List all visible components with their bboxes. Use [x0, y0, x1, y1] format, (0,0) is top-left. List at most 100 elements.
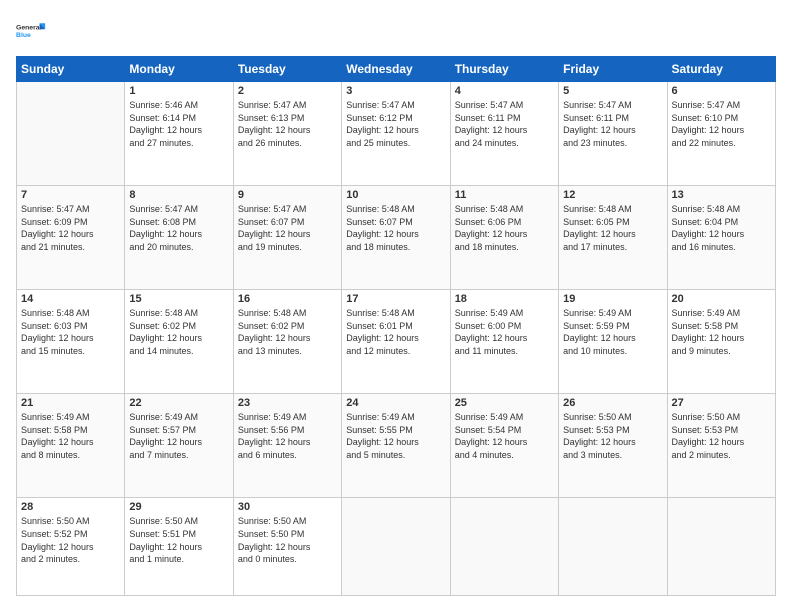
day-number: 29 — [129, 501, 228, 513]
day-number: 18 — [455, 293, 554, 305]
day-number: 13 — [672, 189, 771, 201]
calendar-cell — [559, 498, 667, 596]
day-info: Sunrise: 5:49 AM Sunset: 6:00 PM Dayligh… — [455, 307, 554, 357]
day-info: Sunrise: 5:49 AM Sunset: 5:56 PM Dayligh… — [238, 411, 337, 461]
day-info: Sunrise: 5:50 AM Sunset: 5:52 PM Dayligh… — [21, 515, 120, 565]
day-number: 26 — [563, 397, 662, 409]
header: GeneralBlue — [16, 16, 776, 46]
page: GeneralBlue SundayMondayTuesdayWednesday… — [0, 0, 792, 612]
day-info: Sunrise: 5:48 AM Sunset: 6:02 PM Dayligh… — [129, 307, 228, 357]
day-number: 10 — [346, 189, 445, 201]
calendar-header-wednesday: Wednesday — [342, 57, 450, 82]
day-number: 15 — [129, 293, 228, 305]
calendar-table: SundayMondayTuesdayWednesdayThursdayFrid… — [16, 56, 776, 596]
calendar-header-monday: Monday — [125, 57, 233, 82]
calendar-header-friday: Friday — [559, 57, 667, 82]
day-number: 11 — [455, 189, 554, 201]
calendar-cell: 5 Sunrise: 5:47 AM Sunset: 6:11 PM Daylig… — [559, 82, 667, 186]
logo: GeneralBlue — [16, 16, 46, 46]
day-number: 25 — [455, 397, 554, 409]
svg-text:General: General — [16, 25, 42, 32]
calendar-cell: 16Sunrise: 5:48 AM Sunset: 6:02 PM Dayli… — [233, 290, 341, 394]
calendar-cell — [450, 498, 558, 596]
day-info: Sunrise: 5:49 AM Sunset: 5:54 PM Dayligh… — [455, 411, 554, 461]
day-info: Sunrise: 5:48 AM Sunset: 6:02 PM Dayligh… — [238, 307, 337, 357]
calendar-cell: 29 Sunrise: 5:50 AM Sunset: 5:51 PM Dayli… — [125, 498, 233, 596]
day-info: Sunrise: 5:50 AM Sunset: 5:50 PM Dayligh… — [238, 515, 337, 565]
calendar-cell — [17, 82, 125, 186]
calendar-cell: 7Sunrise: 5:47 AM Sunset: 6:09 PM Daylig… — [17, 186, 125, 290]
calendar-cell: 22Sunrise: 5:49 AM Sunset: 5:57 PM Dayli… — [125, 394, 233, 498]
day-info: Sunrise: 5:46 AM Sunset: 6:14 PM Dayligh… — [129, 99, 228, 149]
day-number: 27 — [672, 397, 771, 409]
day-info: Sunrise: 5:49 AM Sunset: 5:58 PM Dayligh… — [672, 307, 771, 357]
calendar-cell: 11 Sunrise: 5:48 AM Sunset: 6:06 PM Dayli… — [450, 186, 558, 290]
day-number: 5 — [563, 85, 662, 97]
calendar-week-4: 21Sunrise: 5:49 AM Sunset: 5:58 PM Dayli… — [17, 394, 776, 498]
day-number: 2 — [238, 85, 337, 97]
day-info: Sunrise: 5:48 AM Sunset: 6:03 PM Dayligh… — [21, 307, 120, 357]
day-info: Sunrise: 5:48 AM Sunset: 6:06 PM Dayligh… — [455, 203, 554, 253]
calendar-header-tuesday: Tuesday — [233, 57, 341, 82]
day-number: 3 — [346, 85, 445, 97]
day-number: 28 — [21, 501, 120, 513]
day-info: Sunrise: 5:50 AM Sunset: 5:53 PM Dayligh… — [563, 411, 662, 461]
day-number: 23 — [238, 397, 337, 409]
svg-text:Blue: Blue — [16, 32, 31, 39]
day-info: Sunrise: 5:48 AM Sunset: 6:07 PM Dayligh… — [346, 203, 445, 253]
calendar-cell: 24 Sunrise: 5:49 AM Sunset: 5:55 PM Dayli… — [342, 394, 450, 498]
day-number: 8 — [129, 189, 228, 201]
calendar-cell: 12 Sunrise: 5:48 AM Sunset: 6:05 PM Dayli… — [559, 186, 667, 290]
calendar-header-row: SundayMondayTuesdayWednesdayThursdayFrid… — [17, 57, 776, 82]
calendar-cell: 28 Sunrise: 5:50 AM Sunset: 5:52 PM Dayli… — [17, 498, 125, 596]
day-number: 19 — [563, 293, 662, 305]
day-info: Sunrise: 5:47 AM Sunset: 6:11 PM Dayligh… — [563, 99, 662, 149]
calendar-cell: 2Sunrise: 5:47 AM Sunset: 6:13 PM Daylig… — [233, 82, 341, 186]
logo-icon: GeneralBlue — [16, 16, 46, 46]
calendar-cell: 23 Sunrise: 5:49 AM Sunset: 5:56 PM Dayli… — [233, 394, 341, 498]
day-info: Sunrise: 5:48 AM Sunset: 6:04 PM Dayligh… — [672, 203, 771, 253]
day-info: Sunrise: 5:49 AM Sunset: 5:59 PM Dayligh… — [563, 307, 662, 357]
calendar-week-2: 7Sunrise: 5:47 AM Sunset: 6:09 PM Daylig… — [17, 186, 776, 290]
calendar-cell: 18 Sunrise: 5:49 AM Sunset: 6:00 PM Dayli… — [450, 290, 558, 394]
day-info: Sunrise: 5:48 AM Sunset: 6:05 PM Dayligh… — [563, 203, 662, 253]
calendar-week-3: 14 Sunrise: 5:48 AM Sunset: 6:03 PM Dayli… — [17, 290, 776, 394]
calendar-cell: 21Sunrise: 5:49 AM Sunset: 5:58 PM Dayli… — [17, 394, 125, 498]
calendar-cell — [667, 498, 775, 596]
calendar-cell: 3Sunrise: 5:47 AM Sunset: 6:12 PM Daylig… — [342, 82, 450, 186]
day-number: 20 — [672, 293, 771, 305]
calendar-cell: 13 Sunrise: 5:48 AM Sunset: 6:04 PM Dayli… — [667, 186, 775, 290]
day-number: 1 — [129, 85, 228, 97]
calendar-cell: 10 Sunrise: 5:48 AM Sunset: 6:07 PM Dayli… — [342, 186, 450, 290]
calendar-cell — [342, 498, 450, 596]
day-info: Sunrise: 5:47 AM Sunset: 6:08 PM Dayligh… — [129, 203, 228, 253]
calendar-header-thursday: Thursday — [450, 57, 558, 82]
day-info: Sunrise: 5:49 AM Sunset: 5:55 PM Dayligh… — [346, 411, 445, 461]
day-info: Sunrise: 5:50 AM Sunset: 5:53 PM Dayligh… — [672, 411, 771, 461]
day-info: Sunrise: 5:50 AM Sunset: 5:51 PM Dayligh… — [129, 515, 228, 565]
day-info: Sunrise: 5:48 AM Sunset: 6:01 PM Dayligh… — [346, 307, 445, 357]
calendar-cell: 25 Sunrise: 5:49 AM Sunset: 5:54 PM Dayli… — [450, 394, 558, 498]
day-info: Sunrise: 5:47 AM Sunset: 6:11 PM Dayligh… — [455, 99, 554, 149]
calendar-header-saturday: Saturday — [667, 57, 775, 82]
calendar-cell: 20 Sunrise: 5:49 AM Sunset: 5:58 PM Dayli… — [667, 290, 775, 394]
calendar-week-1: 1 Sunrise: 5:46 AM Sunset: 6:14 PM Daylig… — [17, 82, 776, 186]
calendar-cell: 17 Sunrise: 5:48 AM Sunset: 6:01 PM Dayli… — [342, 290, 450, 394]
day-number: 7 — [21, 189, 120, 201]
day-number: 24 — [346, 397, 445, 409]
calendar-cell: 4Sunrise: 5:47 AM Sunset: 6:11 PM Daylig… — [450, 82, 558, 186]
calendar-cell: 8 Sunrise: 5:47 AM Sunset: 6:08 PM Daylig… — [125, 186, 233, 290]
calendar-header-sunday: Sunday — [17, 57, 125, 82]
calendar-cell: 1 Sunrise: 5:46 AM Sunset: 6:14 PM Daylig… — [125, 82, 233, 186]
day-info: Sunrise: 5:47 AM Sunset: 6:07 PM Dayligh… — [238, 203, 337, 253]
calendar-cell: 6Sunrise: 5:47 AM Sunset: 6:10 PM Daylig… — [667, 82, 775, 186]
calendar-cell: 19 Sunrise: 5:49 AM Sunset: 5:59 PM Dayli… — [559, 290, 667, 394]
calendar-cell: 26 Sunrise: 5:50 AM Sunset: 5:53 PM Dayli… — [559, 394, 667, 498]
day-info: Sunrise: 5:49 AM Sunset: 5:58 PM Dayligh… — [21, 411, 120, 461]
calendar-cell: 15 Sunrise: 5:48 AM Sunset: 6:02 PM Dayli… — [125, 290, 233, 394]
day-number: 9 — [238, 189, 337, 201]
calendar-cell: 9 Sunrise: 5:47 AM Sunset: 6:07 PM Daylig… — [233, 186, 341, 290]
day-number: 17 — [346, 293, 445, 305]
day-number: 12 — [563, 189, 662, 201]
day-number: 14 — [21, 293, 120, 305]
